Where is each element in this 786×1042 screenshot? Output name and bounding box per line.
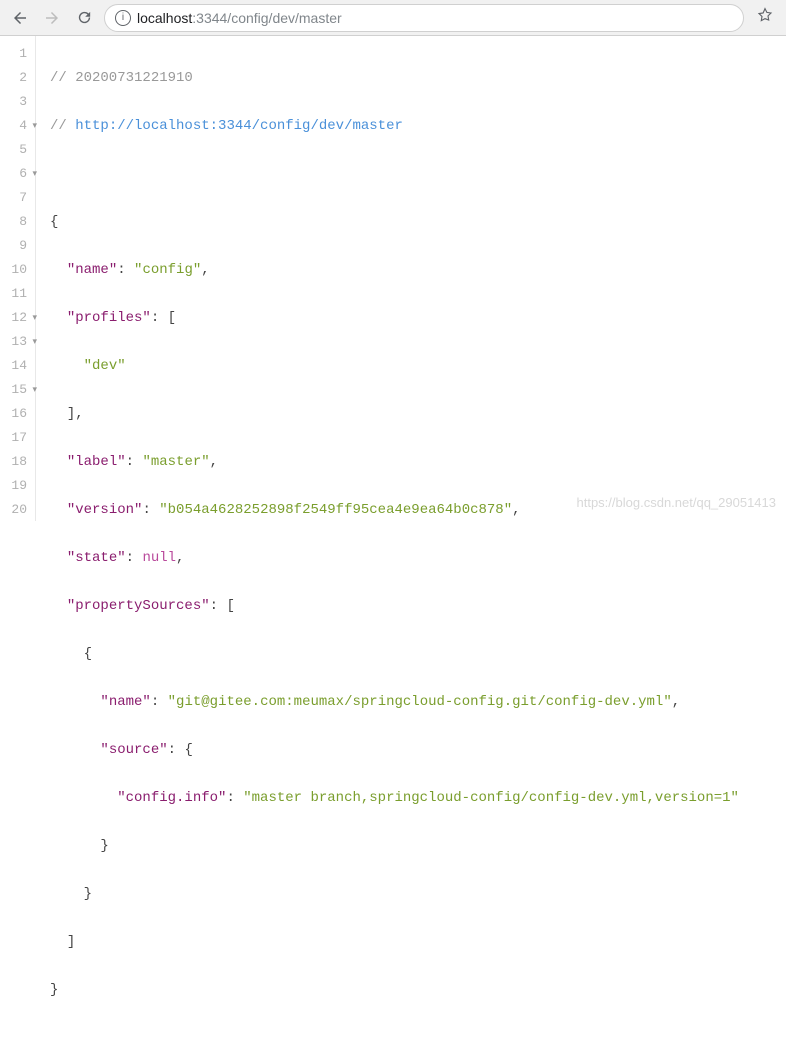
star-icon: [756, 6, 774, 24]
line-number: 7: [0, 186, 35, 210]
browser-toolbar: i localhost:3344/config/dev/master: [0, 0, 786, 36]
line-number: 14: [0, 354, 35, 378]
reload-icon: [76, 9, 93, 26]
json-key: "name": [67, 262, 117, 278]
line-number: 2: [0, 66, 35, 90]
json-key: "version": [67, 502, 143, 518]
line-number[interactable]: 6: [0, 162, 35, 186]
line-number: 8: [0, 210, 35, 234]
json-string: "dev": [84, 358, 126, 374]
line-number: 20: [0, 498, 35, 522]
line-number: 17: [0, 426, 35, 450]
line-number: 9: [0, 234, 35, 258]
json-string: "config": [134, 262, 201, 278]
line-number: 16: [0, 402, 35, 426]
line-number[interactable]: 4: [0, 114, 35, 138]
line-number[interactable]: 15: [0, 378, 35, 402]
json-null: null: [142, 550, 176, 566]
json-key: "config.info": [117, 790, 226, 806]
json-key: "source": [100, 742, 167, 758]
info-icon: i: [115, 10, 131, 26]
comment-line: // 20200731221910: [50, 70, 193, 86]
json-key: "label": [67, 454, 126, 470]
forward-button[interactable]: [40, 6, 64, 30]
arrow-left-icon: [11, 9, 29, 27]
comment-prefix: //: [50, 118, 75, 134]
line-number: 5: [0, 138, 35, 162]
json-key: "propertySources": [67, 598, 210, 614]
line-number[interactable]: 13: [0, 330, 35, 354]
url-host: localhost: [137, 10, 192, 26]
code-viewer: 1 2 3 4 5 6 7 8 9 10 11 12 13 14 15 16 1…: [0, 36, 786, 521]
json-string: "master": [142, 454, 209, 470]
line-gutter: 1 2 3 4 5 6 7 8 9 10 11 12 13 14 15 16 1…: [0, 36, 36, 521]
url-text: localhost:3344/config/dev/master: [137, 10, 342, 26]
bookmark-button[interactable]: [752, 6, 778, 29]
json-string: "b054a4628252898f2549ff95cea4e9ea64b0c87…: [159, 502, 512, 518]
json-string: "git@gitee.com:meumax/springcloud-config…: [168, 694, 672, 710]
line-number: 10: [0, 258, 35, 282]
json-string: "master branch,springcloud-config/config…: [243, 790, 739, 806]
line-number: 18: [0, 450, 35, 474]
address-bar[interactable]: i localhost:3344/config/dev/master: [104, 4, 744, 32]
line-number[interactable]: 12: [0, 306, 35, 330]
reload-button[interactable]: [72, 6, 96, 30]
brace: {: [50, 214, 58, 230]
line-number: 19: [0, 474, 35, 498]
line-number: 11: [0, 282, 35, 306]
comment-url: http://localhost:3344/config/dev/master: [75, 118, 403, 134]
url-path: :3344/config/dev/master: [192, 10, 341, 26]
json-key: "profiles": [67, 310, 151, 326]
code-content[interactable]: // 20200731221910 // http://localhost:33…: [36, 36, 786, 521]
json-key: "name": [100, 694, 150, 710]
arrow-right-icon: [43, 9, 61, 27]
line-number: 1: [0, 42, 35, 66]
line-number: 3: [0, 90, 35, 114]
back-button[interactable]: [8, 6, 32, 30]
json-key: "state": [67, 550, 126, 566]
